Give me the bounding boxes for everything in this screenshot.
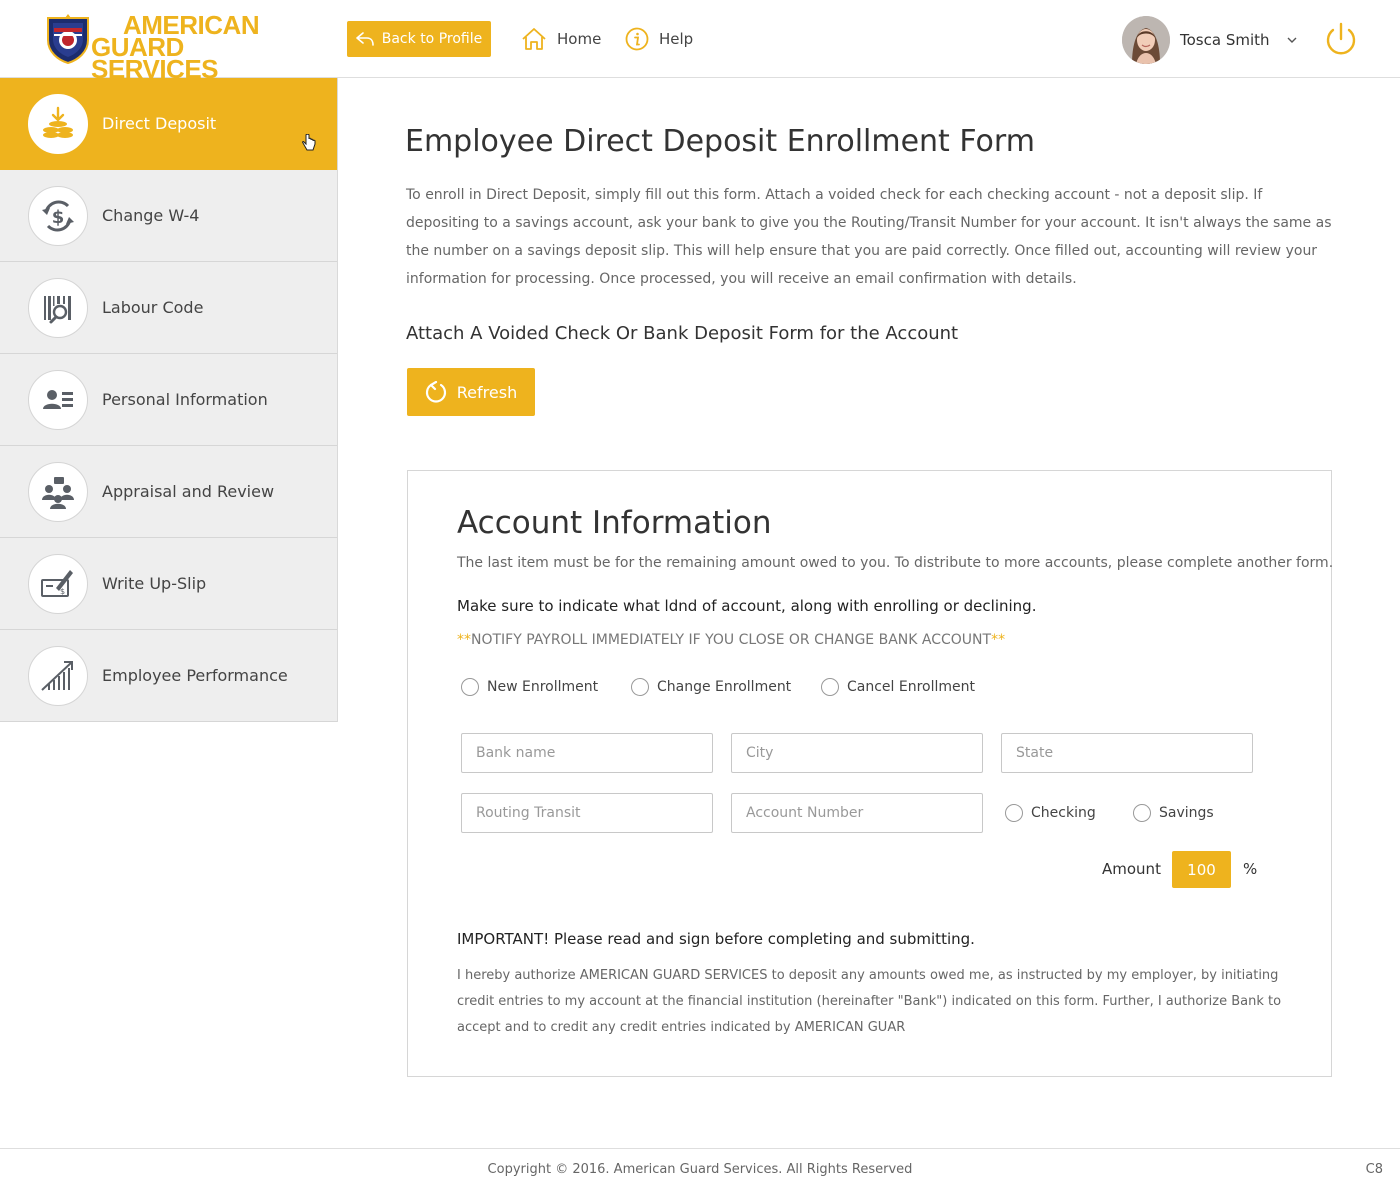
state-input[interactable] <box>1001 733 1253 773</box>
notify-stars-right: ** <box>991 632 1006 648</box>
nav-help-link[interactable]: Help <box>625 24 693 54</box>
people-review-icon <box>28 461 88 522</box>
hand-cursor-icon <box>302 134 316 151</box>
chevron-down-icon[interactable] <box>1286 36 1298 44</box>
footer: Copyright © 2016. American Guard Service… <box>0 1148 1400 1193</box>
sidebar-item-label: Labour Code <box>102 298 204 317</box>
sidebar-item-personal-information[interactable]: Personal Information <box>0 354 337 446</box>
sidebar-item-label: Write Up-Slip <box>102 574 207 593</box>
sidebar-item-write-up-slip[interactable]: $ Write Up-Slip <box>0 538 337 630</box>
user-menu[interactable]: Tosca Smith <box>1122 16 1298 64</box>
power-logout-icon[interactable] <box>1322 21 1360 59</box>
company-logo[interactable]: AMERICAN GUARD SERVICES <box>44 10 294 82</box>
routing-transit-input[interactable] <box>461 793 713 833</box>
authorization-text: I hereby authorize AMERICAN GUARD SERVIC… <box>457 968 1282 1035</box>
check-sign-icon: $ <box>28 553 88 614</box>
svg-text:$: $ <box>60 587 65 596</box>
reply-arrow-icon <box>355 32 374 46</box>
shield-logo-icon <box>47 14 89 64</box>
refresh-label: Refresh <box>456 382 518 402</box>
growth-chart-icon <box>28 645 88 706</box>
important-notice: IMPORTANT! Please read and sign before c… <box>457 930 975 948</box>
sidebar-item-label: Personal Information <box>102 390 268 409</box>
nav-home-link[interactable]: Home <box>521 24 601 54</box>
radio-button[interactable] <box>821 678 839 696</box>
radio-change-enrollment[interactable]: Change Enrollment <box>631 678 791 696</box>
radio-cancel-enrollment[interactable]: Cancel Enrollment <box>821 678 975 696</box>
info-icon <box>625 27 649 51</box>
account-subtitle: The last item must be for the remaining … <box>457 555 1334 571</box>
radio-label: Change Enrollment <box>657 679 792 695</box>
bank-name-input[interactable] <box>461 733 713 773</box>
radio-checking[interactable]: Checking <box>1005 804 1096 822</box>
radio-button[interactable] <box>631 678 649 696</box>
barcode-search-icon <box>28 277 88 338</box>
city-input[interactable] <box>731 733 983 773</box>
radio-button[interactable] <box>461 678 479 696</box>
back-to-profile-button[interactable]: Back to Profile <box>347 21 491 57</box>
user-name: Tosca Smith <box>1180 31 1270 49</box>
logo-wordmark: AMERICAN GUARD SERVICES <box>91 12 294 84</box>
sidebar-item-labour-code[interactable]: Labour Code <box>0 262 337 354</box>
radio-savings[interactable]: Savings <box>1133 804 1214 822</box>
amount-unit: % <box>1243 860 1258 878</box>
home-icon <box>522 28 546 50</box>
dollar-cycle-icon: $ <box>28 185 88 246</box>
radio-button[interactable] <box>1133 804 1151 822</box>
nav-help-label: Help <box>659 30 694 48</box>
refresh-icon <box>425 381 446 403</box>
radio-label: New Enrollment <box>487 679 599 695</box>
nav-home-label: Home <box>557 30 602 48</box>
refresh-button[interactable]: Refresh <box>407 368 535 416</box>
sidebar-item-label: Direct Deposit <box>102 114 217 133</box>
sidebar-item-label: Employee Performance <box>102 666 288 685</box>
attach-heading: Attach A Voided Check Or Bank Deposit Fo… <box>406 323 959 344</box>
page-title: Employee Direct Deposit Enrollment Form <box>405 124 1035 159</box>
sidebar-item-employee-performance[interactable]: Employee Performance <box>0 630 337 722</box>
notify-stars-left: ** <box>457 632 471 648</box>
sidebar-item-label: Change W-4 <box>102 206 200 225</box>
account-instruction: Make sure to indicate what ldnd of accou… <box>457 597 1037 615</box>
notify-payroll-notice: **NOTIFY PAYROLL IMMEDIATELY IF YOU CLOS… <box>457 632 1005 648</box>
radio-label: Checking <box>1031 805 1096 821</box>
radio-button[interactable] <box>1005 804 1023 822</box>
sidebar: Direct Deposit $ Change W-4 Labour Code … <box>0 78 338 722</box>
coins-deposit-icon <box>28 93 88 154</box>
account-information-title: Account Information <box>457 505 772 541</box>
amount-label: Amount <box>1102 860 1161 878</box>
back-to-profile-label: Back to Profile <box>381 31 483 47</box>
radio-label: Savings <box>1159 805 1214 821</box>
sidebar-item-appraisal-review[interactable]: Appraisal and Review <box>0 446 337 538</box>
radio-label: Cancel Enrollment <box>847 679 976 695</box>
amount-input[interactable]: 100 <box>1172 851 1231 888</box>
sidebar-item-direct-deposit[interactable]: Direct Deposit <box>0 78 337 170</box>
corner-label: C8 <box>1365 1162 1383 1177</box>
top-header: AMERICAN GUARD SERVICES Back to Profile … <box>0 0 1400 82</box>
account-information-panel: Account Information The last item must b… <box>407 470 1334 1077</box>
user-avatar-icon <box>1122 16 1170 64</box>
account-number-input[interactable] <box>731 793 983 833</box>
notify-text: NOTIFY PAYROLL IMMEDIATELY IF YOU CLOSE … <box>471 632 992 648</box>
sidebar-item-change-w4[interactable]: $ Change W-4 <box>0 170 337 262</box>
copyright-text: Copyright © 2016. American Guard Service… <box>487 1162 913 1177</box>
radio-new-enrollment[interactable]: New Enrollment <box>461 678 598 696</box>
avatar[interactable] <box>1122 16 1170 64</box>
svg-text:$: $ <box>52 207 65 228</box>
intro-text: To enroll in Direct Deposit, simply fill… <box>406 187 1332 287</box>
logo-line-2: GUARD SERVICES <box>91 32 219 84</box>
sidebar-item-label: Appraisal and Review <box>102 482 275 501</box>
id-card-icon <box>28 369 88 430</box>
